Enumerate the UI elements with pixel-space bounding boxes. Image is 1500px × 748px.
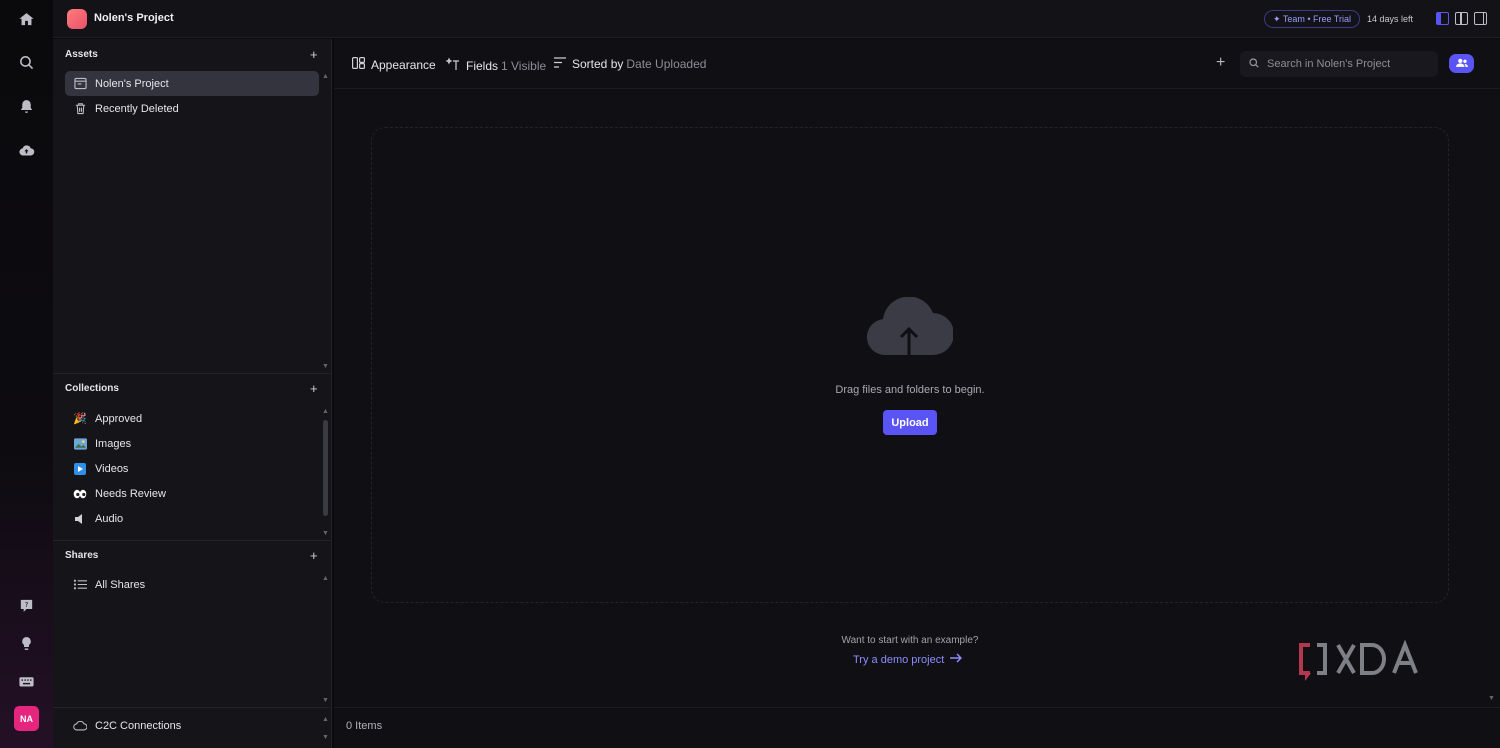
scroll-down-arrow[interactable]: ▼ (322, 363, 329, 370)
project-folder-icon (73, 77, 87, 91)
image-icon (73, 437, 87, 451)
collection-videos[interactable]: Videos (65, 456, 319, 481)
sort-button[interactable]: Sorted by Date Uploaded (554, 57, 706, 71)
shares-header: Shares (65, 550, 99, 561)
app-rail: ? NA (0, 0, 53, 748)
trash-icon (73, 102, 87, 116)
trial-days-left: 14 days left (1367, 14, 1414, 24)
demo-link-label: Try a demo project (853, 653, 945, 666)
list-icon (73, 578, 87, 592)
scroll-down-arrow[interactable]: ▼ (1488, 695, 1495, 702)
eyes-icon (73, 487, 87, 501)
search-box[interactable] (1240, 51, 1438, 77)
top-bar: Nolen's Project ✦ Team • Free Trial 14 d… (53, 0, 1500, 38)
layout-left-panel-icon[interactable] (1436, 12, 1449, 25)
bell-icon[interactable] (14, 94, 38, 118)
collection-audio[interactable]: Audio (65, 506, 319, 531)
home-icon[interactable] (14, 7, 38, 31)
cloud-upload-icon (865, 296, 954, 362)
play-icon (73, 462, 87, 476)
scroll-down-arrow[interactable]: ▼ (322, 697, 329, 704)
keyboard-icon[interactable] (14, 669, 38, 693)
lightbulb-icon[interactable] (14, 631, 38, 655)
collection-needs-review[interactable]: Needs Review (65, 481, 319, 506)
trial-badge[interactable]: ✦ Team • Free Trial (1264, 10, 1361, 28)
project-title[interactable]: Nolen's Project (94, 12, 174, 24)
sparkle-text-icon (445, 57, 460, 74)
people-icon (1455, 57, 1468, 71)
view-toolbar: Appearance Fields 1 Visible Sorted by Da… (334, 39, 1500, 89)
layout-right-panel-icon[interactable] (1474, 12, 1487, 25)
xda-watermark-logo (1299, 639, 1418, 681)
sort-label: Sorted by (572, 57, 624, 71)
sidebar-item-label: All Shares (95, 578, 146, 591)
cloud-upload-icon[interactable] (14, 138, 38, 162)
fields-count: 1 Visible (501, 58, 547, 73)
collections-header: Collections (65, 383, 119, 394)
add-collection-button[interactable]: + (310, 381, 318, 396)
sort-value: Date Uploaded (626, 57, 707, 71)
sidebar-item-label: Nolen's Project (95, 77, 169, 90)
share-people-button[interactable] (1449, 54, 1474, 73)
drop-zone[interactable] (371, 127, 1449, 603)
layout-split-icon[interactable] (1455, 12, 1468, 25)
sidebar-item-project[interactable]: Nolen's Project (65, 71, 319, 96)
fields-label: Fields (466, 58, 499, 73)
svg-text:?: ? (24, 599, 28, 608)
search-input[interactable] (1267, 58, 1427, 70)
help-icon[interactable]: ? (14, 593, 38, 617)
sort-lines-icon (554, 57, 566, 71)
scroll-down-arrow[interactable]: ▼ (322, 734, 329, 741)
scroll-up-arrow[interactable]: ▲ (322, 716, 329, 723)
project-icon (67, 9, 87, 29)
left-panel: Assets + ▲ Nolen's Project Recently Dele… (53, 39, 332, 748)
collections-scrollbar[interactable] (323, 420, 328, 516)
footer-divider (334, 707, 1500, 708)
divider (53, 707, 332, 708)
fields-button[interactable]: Fields 1 Visible (445, 57, 547, 74)
divider (53, 373, 332, 374)
demo-project-link[interactable]: Try a demo project (853, 653, 963, 666)
collection-label: Approved (95, 412, 143, 425)
sidebar-item-label: C2C Connections (95, 719, 182, 732)
party-popper-icon: 🎉 (73, 413, 87, 425)
speaker-icon (73, 512, 87, 526)
add-button[interactable]: + (1216, 54, 1225, 72)
appearance-label: Appearance (371, 57, 436, 72)
add-share-button[interactable]: + (310, 548, 318, 563)
sidebar-item-recently-deleted[interactable]: Recently Deleted (65, 96, 319, 121)
layout-icon (352, 57, 366, 72)
scroll-up-arrow[interactable]: ▲ (322, 408, 329, 415)
sidebar-item-all-shares[interactable]: All Shares (65, 572, 319, 597)
assets-header: Assets (65, 49, 98, 60)
upload-button[interactable]: Upload (883, 410, 937, 435)
appearance-button[interactable]: Appearance (352, 57, 436, 72)
search-icon (1248, 57, 1260, 72)
cloud-icon (73, 719, 87, 733)
scroll-down-arrow[interactable]: ▼ (322, 530, 329, 537)
collection-label: Needs Review (95, 487, 166, 500)
drag-instructions: Drag files and folders to begin. (835, 384, 985, 396)
add-asset-button[interactable]: + (310, 47, 318, 62)
scroll-up-arrow[interactable]: ▲ (322, 73, 329, 80)
sidebar-item-c2c[interactable]: C2C Connections (65, 713, 319, 738)
collection-label: Videos (95, 462, 129, 475)
sidebar-item-label: Recently Deleted (95, 102, 179, 115)
search-icon[interactable] (14, 50, 38, 74)
main-content: Appearance Fields 1 Visible Sorted by Da… (334, 39, 1500, 748)
divider (53, 540, 332, 541)
scroll-up-arrow[interactable]: ▲ (322, 575, 329, 582)
collection-label: Audio (95, 512, 124, 525)
items-count: 0 Items (346, 720, 383, 732)
collection-approved[interactable]: 🎉 Approved (65, 406, 319, 431)
user-avatar[interactable]: NA (14, 706, 39, 731)
collection-label: Images (95, 437, 132, 450)
collection-images[interactable]: Images (65, 431, 319, 456)
arrow-right-icon (950, 653, 963, 666)
